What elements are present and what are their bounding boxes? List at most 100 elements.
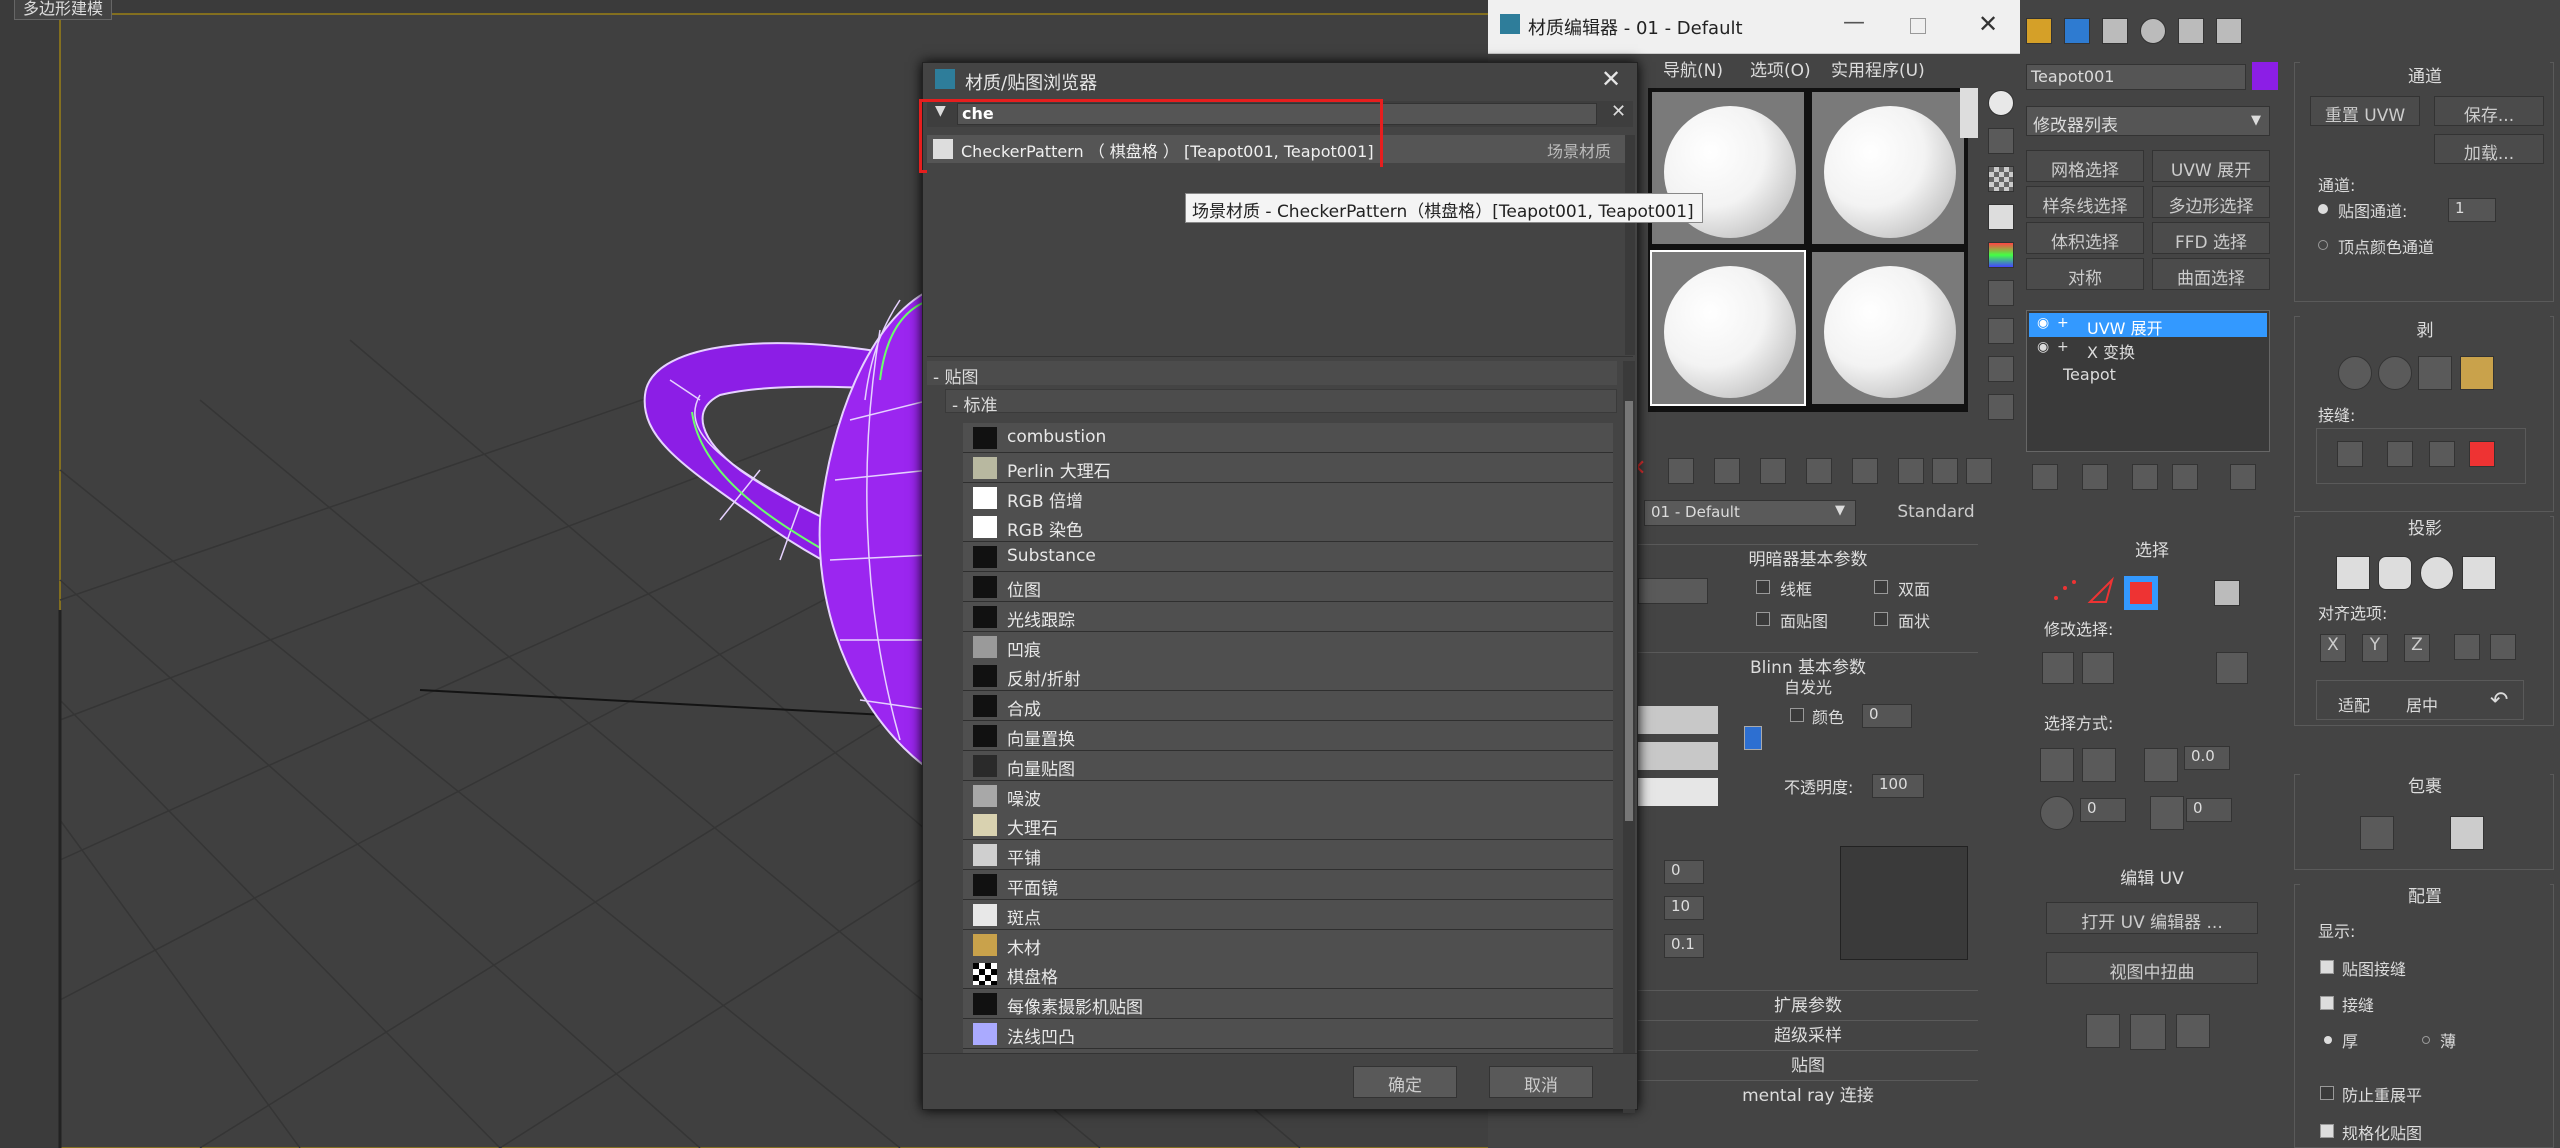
object-color-swatch[interactable] bbox=[2252, 62, 2278, 90]
map-list-item[interactable]: Perlin 大理石 bbox=[963, 452, 1613, 483]
planar-angle-icon[interactable] bbox=[2144, 748, 2178, 782]
map-list-item[interactable]: Substance bbox=[963, 542, 1613, 573]
element-select-icon[interactable] bbox=[2214, 580, 2240, 606]
light-bulb-icon[interactable]: ◉ bbox=[2037, 339, 2049, 355]
open-uv-editor-button[interactable]: 打开 UV 编辑器 ... bbox=[2046, 902, 2258, 934]
save-button[interactable]: 保存... bbox=[2434, 96, 2544, 126]
map-list-item[interactable]: RGB 倍增 bbox=[963, 482, 1613, 513]
shader-type-select[interactable] bbox=[1638, 578, 1708, 604]
planar-angle-value[interactable]: 0.0 bbox=[2184, 746, 2230, 770]
modifier-button[interactable]: UVW 展开 bbox=[2152, 150, 2270, 182]
spline-map-icon[interactable] bbox=[2360, 816, 2394, 850]
config-rollout[interactable]: 配置 bbox=[2300, 882, 2550, 908]
map-list-item[interactable]: 每像素摄影机贴图 bbox=[963, 989, 1613, 1020]
faceted-checkbox[interactable] bbox=[1874, 612, 1888, 626]
video-color-check-icon[interactable] bbox=[1988, 242, 2014, 268]
shader-basic-rollout[interactable]: 明暗器基本参数 bbox=[1638, 544, 1978, 570]
stack-item-uvw-unwrap[interactable]: ◉ + UVW 展开 bbox=[2029, 313, 2267, 338]
results-scrollbar[interactable] bbox=[1625, 135, 1635, 355]
align-z-button[interactable]: Z bbox=[2404, 634, 2430, 662]
map-list-item[interactable]: 合成 bbox=[963, 691, 1613, 722]
map-list-scrollbar[interactable] bbox=[1623, 361, 1635, 1113]
best-align-icon[interactable] bbox=[2454, 634, 2480, 660]
map-list-item[interactable]: 斑点 bbox=[963, 899, 1613, 930]
show-end-result-icon[interactable] bbox=[1932, 458, 1958, 484]
edit-seams-icon[interactable] bbox=[2337, 441, 2363, 467]
show-end-result-icon[interactable] bbox=[2082, 464, 2108, 490]
reset-icon[interactable]: ↶ bbox=[2490, 688, 2508, 713]
point-to-point-seams-icon[interactable] bbox=[2387, 441, 2413, 467]
lock-icon[interactable] bbox=[1744, 726, 1762, 750]
align-y-button[interactable]: Y bbox=[2362, 634, 2388, 662]
modifier-button[interactable]: 体积选择 bbox=[2026, 222, 2144, 254]
go-to-parent-icon[interactable] bbox=[1966, 458, 1992, 484]
modifier-button[interactable]: 样条线选择 bbox=[2026, 186, 2144, 218]
menu-options[interactable]: 选项(O) bbox=[1750, 56, 1811, 81]
map-list-item[interactable]: 棋盘格 bbox=[963, 959, 1613, 990]
shrink-selection-icon[interactable] bbox=[2082, 652, 2114, 684]
utilities-icon[interactable] bbox=[2216, 18, 2242, 44]
sample-slot[interactable] bbox=[1810, 90, 1966, 246]
material-navigator-icon[interactable] bbox=[1988, 394, 2014, 420]
expand-icon[interactable]: + bbox=[2057, 339, 2069, 355]
material-editor-titlebar[interactable]: 材质编辑器 - 01 - Default — ✕ bbox=[1488, 0, 2026, 54]
planar-map-icon[interactable] bbox=[2336, 556, 2370, 590]
select-by-element-icon[interactable] bbox=[2040, 748, 2074, 782]
make-preview-icon[interactable] bbox=[1988, 280, 2014, 306]
edit-uv-rollout[interactable]: 编辑 UV bbox=[2032, 864, 2272, 890]
minimize-icon[interactable]: — bbox=[1843, 10, 1865, 35]
make-unique-icon[interactable] bbox=[1806, 458, 1832, 484]
opacity-value[interactable]: 100 bbox=[1872, 774, 1924, 798]
edge-select-icon[interactable] bbox=[2086, 576, 2116, 606]
cylindrical-map-icon[interactable] bbox=[2378, 556, 2412, 590]
map-list-item[interactable]: 向量贴图 bbox=[963, 750, 1613, 781]
load-button[interactable]: 加载... bbox=[2434, 134, 2544, 164]
quick-planar-map-icon[interactable] bbox=[2176, 1014, 2210, 1048]
motion-icon[interactable] bbox=[2140, 18, 2166, 44]
wireframe-checkbox[interactable] bbox=[1756, 580, 1770, 594]
material-type-button[interactable]: Standard bbox=[1868, 498, 2004, 528]
selection-rollout[interactable]: 选择 bbox=[2032, 536, 2272, 562]
pin-stack-icon[interactable] bbox=[2032, 464, 2058, 490]
diffuse-swatch[interactable] bbox=[1638, 742, 1718, 770]
map-list-item[interactable]: 噪波 bbox=[963, 780, 1613, 811]
background-icon[interactable] bbox=[1988, 166, 2014, 192]
put-to-scene-icon[interactable] bbox=[1668, 458, 1694, 484]
modifier-list-dropdown[interactable]: 修改器列表 ▼ bbox=[2026, 106, 2270, 136]
map-list-item[interactable]: 木材 bbox=[963, 929, 1613, 960]
stack-item-teapot[interactable]: Teapot bbox=[2029, 363, 2267, 387]
sample-type-icon[interactable] bbox=[1988, 90, 2014, 116]
mental-ray-rollout[interactable]: mental ray 连接 bbox=[1638, 1080, 1978, 1106]
viewport-label[interactable]: 多边形建模 bbox=[14, 0, 113, 20]
peel-rollout[interactable]: 剥 bbox=[2300, 316, 2550, 342]
sample-slot-active[interactable] bbox=[1650, 250, 1806, 406]
projection-rollout[interactable]: 投影 bbox=[2300, 514, 2550, 540]
select-path-icon[interactable] bbox=[2082, 748, 2116, 782]
center-button[interactable]: 居中 bbox=[2406, 692, 2438, 716]
spherical-map-icon[interactable] bbox=[2420, 556, 2454, 590]
reset-uvw-button[interactable]: 重置 UVW bbox=[2310, 96, 2420, 126]
group-standard[interactable]: - 标准 bbox=[945, 389, 1617, 416]
unfold-map-icon[interactable] bbox=[2450, 816, 2484, 850]
vertex-select-icon[interactable] bbox=[2050, 576, 2080, 606]
uv-tiling-icon[interactable] bbox=[1988, 204, 2014, 230]
ok-button[interactable]: 确定 bbox=[1353, 1066, 1457, 1098]
reset-map-icon[interactable] bbox=[1760, 458, 1786, 484]
scrollbar-thumb[interactable] bbox=[1625, 401, 1633, 821]
map-list-item[interactable]: 平铺 bbox=[963, 840, 1613, 871]
select-value-3[interactable]: 0 bbox=[2186, 798, 2232, 822]
material-editor-close-icon[interactable]: ✕ bbox=[1978, 10, 1998, 38]
select-backfacing-icon[interactable] bbox=[2040, 796, 2074, 830]
tweak-in-view-button[interactable]: 视图中扭曲 bbox=[2046, 952, 2258, 984]
stack-item-xform[interactable]: ◉ + X 变换 bbox=[2029, 337, 2267, 362]
map-list-item[interactable]: 大理石 bbox=[963, 810, 1613, 841]
channel-rollout[interactable]: 通道 bbox=[2300, 62, 2550, 88]
prevent-reflatten-checkbox[interactable] bbox=[2320, 1086, 2334, 1100]
lights-icon[interactable] bbox=[2026, 18, 2052, 44]
menu-utilities[interactable]: 实用程序(U) bbox=[1831, 56, 1925, 81]
select-by-material-icon[interactable] bbox=[1988, 356, 2014, 382]
normalize-map-checkbox[interactable] bbox=[2320, 1124, 2334, 1138]
glossiness-value[interactable]: 10 bbox=[1664, 896, 1704, 920]
show-shaded-icon[interactable] bbox=[1898, 458, 1924, 484]
menu-navigation[interactable]: 导航(N) bbox=[1663, 56, 1723, 81]
